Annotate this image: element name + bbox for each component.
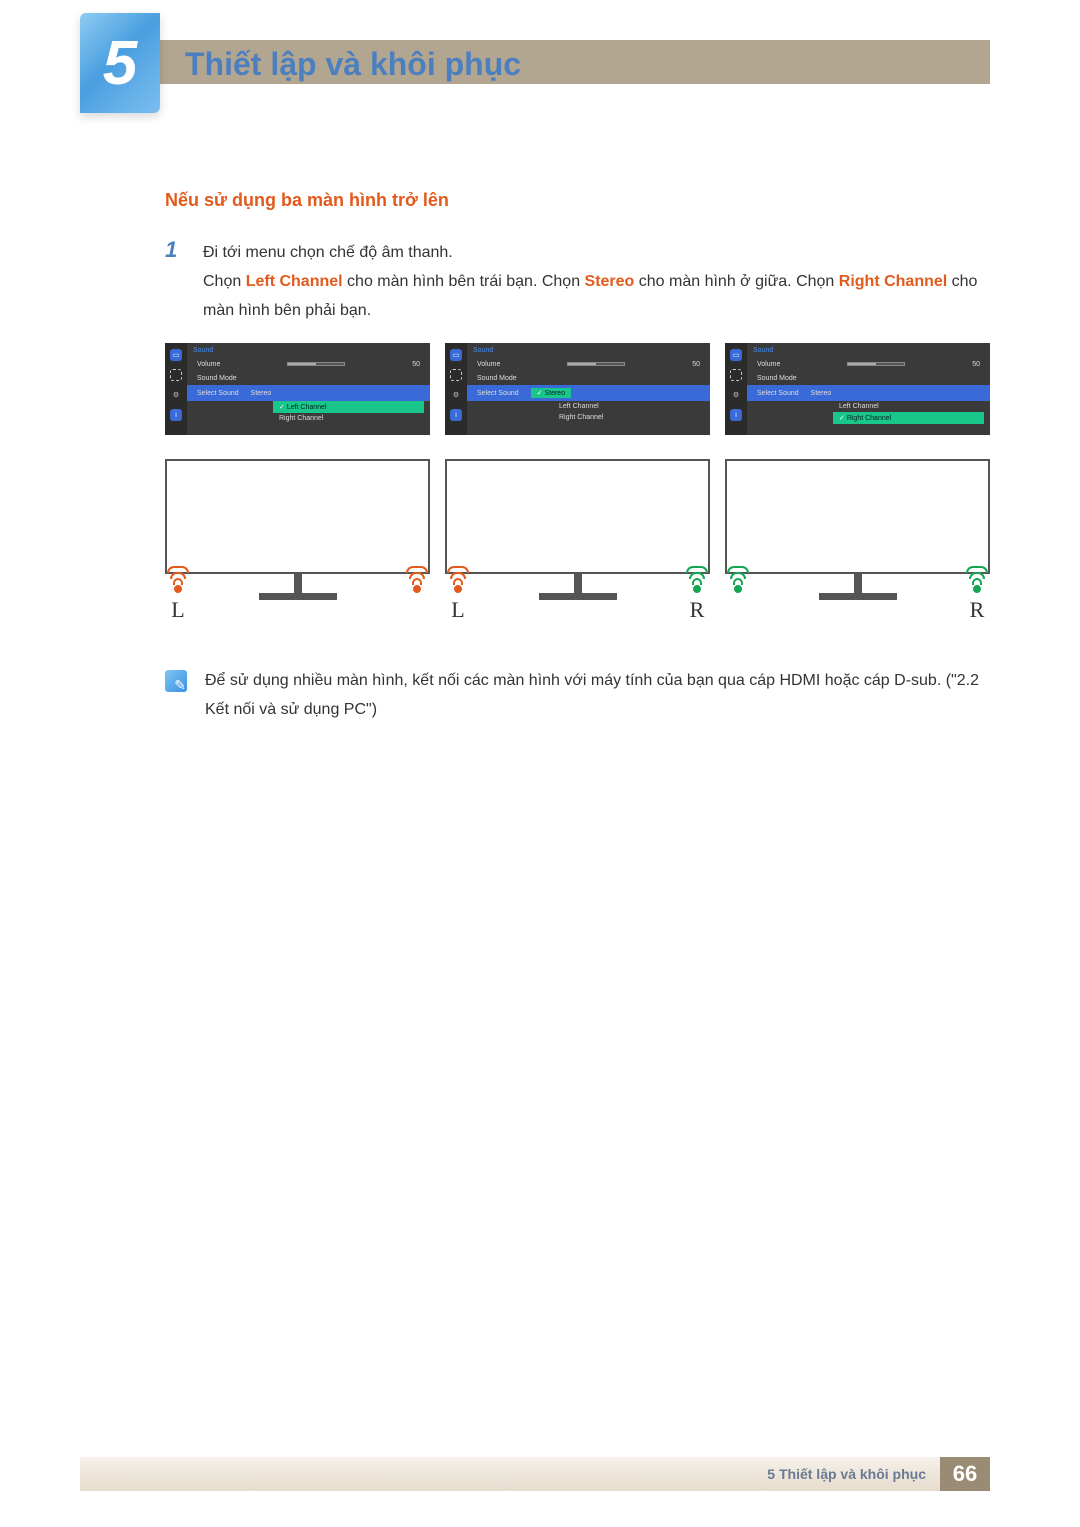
monitor-icon: ▭	[170, 349, 182, 361]
chapter-tab: 5	[80, 13, 160, 113]
monitor-center: L R	[445, 459, 710, 623]
info-icon: i	[450, 409, 462, 421]
note: Để sử dụng nhiều màn hình, kết nối các m…	[165, 667, 990, 725]
speaker-icon-right	[966, 566, 988, 593]
step-1: 1 Đi tới menu chọn chế độ âm thanh. Chọn…	[165, 239, 990, 325]
info-icon: i	[170, 409, 182, 421]
chapter-number: 5	[103, 28, 137, 99]
monitor-icon: ▭	[450, 349, 462, 361]
brightness-icon	[450, 369, 462, 381]
note-icon	[165, 670, 187, 692]
osd-left-channel: Left Channel	[273, 401, 424, 413]
osd-center: ▭ ⚙ i Sound Volume 50 Sound Mode Select …	[445, 343, 710, 435]
monitor-screen	[165, 459, 430, 574]
sub-heading: Nếu sử dụng ba màn hình trở lên	[165, 190, 990, 211]
osd-side-icons: ▭ ⚙ i	[725, 343, 747, 435]
brightness-icon	[170, 369, 182, 381]
kw-right-channel: Right Channel	[839, 273, 947, 290]
osd-side-icons: ▭ ⚙ i	[165, 343, 187, 435]
kw-left-channel: Left Channel	[246, 273, 343, 290]
osd-select-row: Select Sound Stereo	[187, 385, 430, 401]
osd-title: Sound	[193, 347, 424, 354]
footer: 5 Thiết lập và khôi phục 66	[80, 1457, 990, 1491]
page-content: Nếu sử dụng ba màn hình trở lên 1 Đi tới…	[165, 190, 990, 725]
note-text: Để sử dụng nhiều màn hình, kết nối các m…	[205, 667, 990, 725]
speakers-left-monitor: L	[165, 566, 430, 623]
gear-icon: ⚙	[170, 389, 182, 401]
monitor-left: L	[165, 459, 430, 623]
monitor-screen	[725, 459, 990, 574]
speakers-center-monitor: L R	[445, 566, 710, 623]
osd-right-channel: Right Channel	[833, 412, 984, 424]
osd-mode-row: Sound Mode	[473, 371, 704, 385]
osd-mode-row: Sound Mode	[753, 371, 984, 385]
footer-text: 5 Thiết lập và khôi phục	[80, 1457, 940, 1491]
kw-stereo: Stereo	[585, 273, 635, 290]
osd-left: ▭ ⚙ i Sound Volume 50 Sound Mode Select …	[165, 343, 430, 435]
osd-volume-row: Volume 50	[193, 357, 424, 371]
osd-stereo: Stereo	[531, 388, 571, 398]
gear-icon: ⚙	[450, 389, 462, 401]
osd-mode-row: Sound Mode	[193, 371, 424, 385]
monitor-icon: ▭	[730, 349, 742, 361]
osd-row: ▭ ⚙ i Sound Volume 50 Sound Mode Select …	[165, 343, 990, 435]
osd-select-row: Select Sound Stereo	[747, 385, 990, 401]
osd-left-channel: Left Channel	[833, 401, 984, 412]
footer-page: 66	[940, 1457, 990, 1491]
chapter-title: Thiết lập và khôi phục	[185, 46, 521, 83]
osd-right-channel: Right Channel	[553, 412, 704, 423]
osd-volume-row: Volume 50	[753, 357, 984, 371]
osd-volume-row: Volume 50	[473, 357, 704, 371]
volume-bar	[847, 362, 905, 366]
volume-bar	[567, 362, 625, 366]
step-text: Đi tới menu chọn chế độ âm thanh. Chọn L…	[203, 239, 990, 325]
osd-main: Sound Volume 50 Sound Mode Select Sound …	[467, 343, 710, 435]
channel-label-R: R	[690, 597, 705, 623]
osd-left-channel: Left Channel	[553, 401, 704, 412]
monitor-right: R	[725, 459, 990, 623]
channel-label-L: L	[171, 597, 184, 623]
step-number: 1	[165, 237, 183, 325]
osd-select-row: Select Sound Stereo	[467, 385, 710, 401]
speaker-icon-right	[406, 566, 428, 623]
monitor-screen	[445, 459, 710, 574]
osd-main: Sound Volume 50 Sound Mode Select Sound …	[187, 343, 430, 435]
monitors-illustration: L L	[165, 459, 990, 623]
speaker-icon-left	[447, 566, 469, 593]
channel-label-L: L	[451, 597, 464, 623]
speaker-icon-left	[727, 566, 749, 623]
speakers-right-monitor: R	[725, 566, 990, 623]
info-icon: i	[730, 409, 742, 421]
speaker-icon-right	[686, 566, 708, 593]
osd-title: Sound	[753, 347, 984, 354]
gear-icon: ⚙	[730, 389, 742, 401]
volume-bar	[287, 362, 345, 366]
osd-right: ▭ ⚙ i Sound Volume 50 Sound Mode Select …	[725, 343, 990, 435]
channel-label-R: R	[970, 597, 985, 623]
speaker-icon-left	[167, 566, 189, 593]
osd-right-channel: Right Channel	[273, 413, 424, 424]
osd-side-icons: ▭ ⚙ i	[445, 343, 467, 435]
brightness-icon	[730, 369, 742, 381]
osd-main: Sound Volume 50 Sound Mode Select Sound …	[747, 343, 990, 435]
osd-title: Sound	[473, 347, 704, 354]
